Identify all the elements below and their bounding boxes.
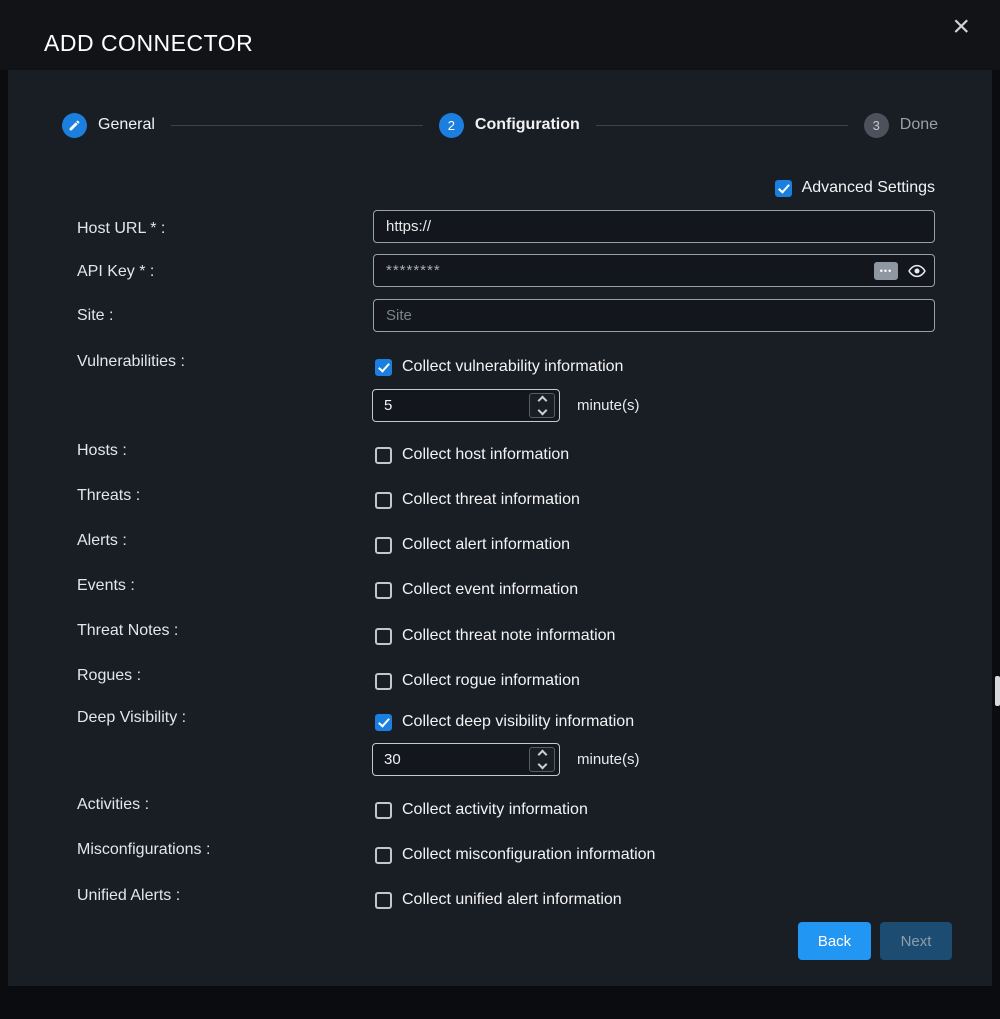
interval-value: 5 bbox=[384, 397, 529, 414]
close-icon[interactable]: × bbox=[952, 12, 970, 42]
field-label-misconfigurations: Misconfigurations : bbox=[77, 841, 210, 859]
chevron-down-icon[interactable] bbox=[537, 406, 547, 416]
rogues-checkbox-row[interactable]: Collect rogue information bbox=[375, 670, 580, 692]
events-checkbox[interactable] bbox=[375, 582, 392, 599]
host-url-input[interactable] bbox=[373, 210, 935, 243]
stepper-connector bbox=[171, 125, 423, 126]
events-checkbox-row[interactable]: Collect event information bbox=[375, 579, 578, 601]
field-label-deep-visibility: Deep Visibility : bbox=[77, 709, 186, 727]
chevron-down-icon[interactable] bbox=[537, 760, 547, 770]
site-input[interactable] bbox=[373, 299, 935, 332]
unified-alerts-checkbox-row[interactable]: Collect unified alert information bbox=[375, 889, 622, 911]
step-configuration[interactable]: 2 Configuration bbox=[439, 113, 580, 138]
threats-checkbox-label[interactable]: Collect threat information bbox=[402, 491, 580, 509]
threats-checkbox[interactable] bbox=[375, 492, 392, 509]
activities-checkbox-row[interactable]: Collect activity information bbox=[375, 799, 588, 821]
api-key-input[interactable] bbox=[386, 262, 866, 279]
eye-icon[interactable] bbox=[906, 260, 928, 282]
field-label-hosts: Hosts : bbox=[77, 442, 127, 460]
deep-visibility-checkbox-label[interactable]: Collect deep visibility information bbox=[402, 713, 634, 731]
field-label-rogues: Rogues : bbox=[77, 667, 141, 685]
field-label-threat-notes: Threat Notes : bbox=[77, 622, 178, 640]
step-done[interactable]: 3 Done bbox=[864, 113, 938, 138]
modal-header: ADD CONNECTOR × bbox=[0, 0, 1000, 70]
activities-checkbox[interactable] bbox=[375, 802, 392, 819]
field-label-threats: Threats : bbox=[77, 487, 140, 505]
unified-alerts-checkbox-label[interactable]: Collect unified alert information bbox=[402, 891, 622, 909]
step-label-general: General bbox=[98, 116, 155, 134]
vulnerabilities-interval-input[interactable]: 5 bbox=[372, 389, 560, 422]
interval-value: 30 bbox=[384, 751, 529, 768]
step-number-2: 2 bbox=[439, 113, 464, 138]
rogues-checkbox-label[interactable]: Collect rogue information bbox=[402, 672, 580, 690]
deep-visibility-interval-input[interactable]: 30 bbox=[372, 743, 560, 776]
vulnerabilities-checkbox[interactable] bbox=[375, 359, 392, 376]
vulnerabilities-checkbox-row[interactable]: Collect vulnerability information bbox=[375, 356, 623, 378]
next-button[interactable]: Next bbox=[880, 922, 952, 960]
unified-alerts-checkbox[interactable] bbox=[375, 892, 392, 909]
step-general[interactable]: General bbox=[62, 113, 155, 138]
number-stepper[interactable] bbox=[529, 747, 555, 772]
advanced-settings-checkbox[interactable] bbox=[775, 180, 792, 197]
chevron-up-icon[interactable] bbox=[537, 750, 547, 760]
interval-unit-label: minute(s) bbox=[577, 397, 640, 414]
step-number-3: 3 bbox=[864, 113, 889, 138]
misconfigurations-checkbox-row[interactable]: Collect misconfiguration information bbox=[375, 844, 655, 866]
events-checkbox-label[interactable]: Collect event information bbox=[402, 581, 578, 599]
field-label-alerts: Alerts : bbox=[77, 532, 127, 550]
interval-unit-label: minute(s) bbox=[577, 751, 640, 768]
field-label-events: Events : bbox=[77, 577, 135, 595]
deep-visibility-checkbox[interactable] bbox=[375, 714, 392, 731]
threat-notes-checkbox[interactable] bbox=[375, 628, 392, 645]
alerts-checkbox-row[interactable]: Collect alert information bbox=[375, 534, 570, 556]
activities-checkbox-label[interactable]: Collect activity information bbox=[402, 801, 588, 819]
step-label-configuration: Configuration bbox=[475, 116, 580, 134]
field-label-unified-alerts: Unified Alerts : bbox=[77, 887, 180, 905]
advanced-settings-row[interactable]: Advanced Settings bbox=[775, 179, 935, 197]
number-stepper[interactable] bbox=[529, 393, 555, 418]
field-label-api-key: API Key * : bbox=[77, 263, 154, 281]
field-label-site: Site : bbox=[77, 307, 113, 325]
hosts-checkbox-row[interactable]: Collect host information bbox=[375, 444, 569, 466]
threat-notes-checkbox-row[interactable]: Collect threat note information bbox=[375, 625, 615, 647]
back-button[interactable]: Back bbox=[798, 922, 871, 960]
alerts-checkbox[interactable] bbox=[375, 537, 392, 554]
hosts-checkbox-label[interactable]: Collect host information bbox=[402, 446, 569, 464]
more-options-icon[interactable]: ••• bbox=[874, 262, 898, 280]
field-label-vulnerabilities: Vulnerabilities : bbox=[77, 353, 185, 371]
field-label-host-url: Host URL * : bbox=[77, 220, 165, 238]
wizard-stepper: General 2 Configuration 3 Done bbox=[62, 108, 938, 142]
modal-title: ADD CONNECTOR bbox=[44, 30, 253, 57]
advanced-settings-label[interactable]: Advanced Settings bbox=[802, 179, 935, 197]
scrollbar-thumb[interactable] bbox=[995, 676, 1000, 706]
threats-checkbox-row[interactable]: Collect threat information bbox=[375, 489, 580, 511]
misconfigurations-checkbox[interactable] bbox=[375, 847, 392, 864]
hosts-checkbox[interactable] bbox=[375, 447, 392, 464]
field-label-activities: Activities : bbox=[77, 796, 149, 814]
api-key-field: ••• bbox=[373, 254, 935, 287]
vulnerabilities-checkbox-label[interactable]: Collect vulnerability information bbox=[402, 358, 623, 376]
pencil-icon bbox=[62, 113, 87, 138]
rogues-checkbox[interactable] bbox=[375, 673, 392, 690]
stepper-connector bbox=[596, 125, 848, 126]
alerts-checkbox-label[interactable]: Collect alert information bbox=[402, 536, 570, 554]
step-label-done: Done bbox=[900, 116, 938, 134]
deep-visibility-checkbox-row[interactable]: Collect deep visibility information bbox=[375, 711, 634, 733]
chevron-up-icon[interactable] bbox=[537, 396, 547, 406]
misconfigurations-checkbox-label[interactable]: Collect misconfiguration information bbox=[402, 846, 655, 864]
threat-notes-checkbox-label[interactable]: Collect threat note information bbox=[402, 627, 615, 645]
